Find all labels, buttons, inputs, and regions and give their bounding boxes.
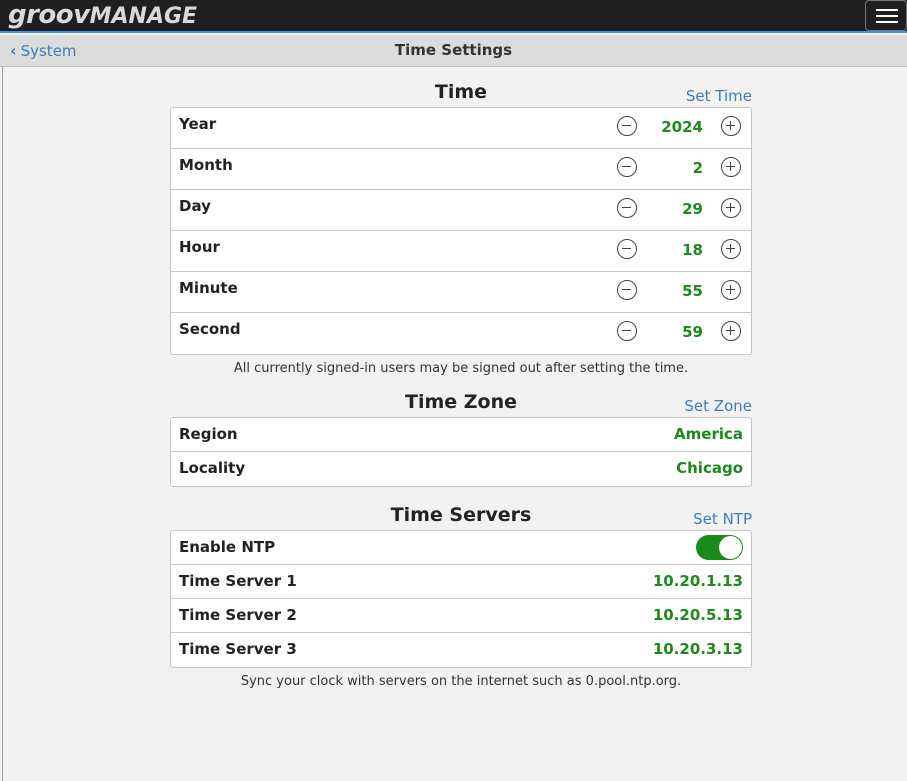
row-label: Time Server 3 <box>179 640 297 658</box>
region-value: America <box>674 425 743 443</box>
logo-product: MANAGE <box>89 4 198 29</box>
row-label: Enable NTP <box>179 538 276 556</box>
hamburger-menu-icon[interactable] <box>865 0 907 31</box>
time-zone-section-title: Time Zone <box>404 391 517 413</box>
plus-circle-icon[interactable] <box>721 280 741 300</box>
top-bar: groovMANAGE <box>0 0 907 33</box>
server-row-1: Time Server 1 10.20.1.13 <box>171 565 751 599</box>
server-row-2: Time Server 2 10.20.5.13 <box>171 599 751 633</box>
time-row-minute: Minute 55 <box>171 272 751 313</box>
time-servers-note: Sync your clock with servers on the inte… <box>240 674 682 689</box>
set-time-button[interactable]: Set Time <box>686 87 752 105</box>
logo-brand: groov <box>8 0 90 30</box>
plus-circle-icon[interactable] <box>721 321 741 341</box>
groov-manage-logo: groovMANAGE <box>8 0 197 32</box>
time-note: All currently signed-in users may be sig… <box>233 361 689 376</box>
row-label: Day <box>179 197 211 215</box>
row-label: Locality <box>179 459 246 477</box>
zone-row-locality: Locality Chicago <box>171 452 751 486</box>
row-label: Region <box>179 425 238 443</box>
minus-circle-icon[interactable] <box>617 321 637 341</box>
set-zone-button[interactable]: Set Zone <box>684 397 752 415</box>
row-label: Second <box>179 320 241 338</box>
time-zone-card: Region America Locality Chicago <box>170 417 752 487</box>
day-value: 29 <box>682 200 703 218</box>
row-label: Minute <box>179 279 238 297</box>
server-2-value: 10.20.5.13 <box>652 606 743 624</box>
second-value: 59 <box>682 323 703 341</box>
time-row-day: Day 29 <box>171 190 751 231</box>
navigation-bar: ‹ System Time Settings <box>0 35 907 67</box>
locality-value: Chicago <box>676 459 743 477</box>
minus-circle-icon[interactable] <box>617 116 637 136</box>
time-row-hour: Hour 18 <box>171 231 751 272</box>
time-row-second: Second 59 <box>171 313 751 354</box>
time-zone-section: Time Zone Set Zone Region America Locali… <box>170 383 752 487</box>
row-label: Hour <box>179 238 220 256</box>
time-row-month: Month 2 <box>171 149 751 190</box>
time-servers-section: Time Servers Set NTP Enable NTP Time Ser… <box>170 496 752 689</box>
row-label: Time Server 2 <box>179 606 297 624</box>
row-label: Month <box>179 156 233 174</box>
minus-circle-icon[interactable] <box>617 198 637 218</box>
server-row-3: Time Server 3 10.20.3.13 <box>171 633 751 667</box>
plus-circle-icon[interactable] <box>721 157 741 177</box>
set-ntp-button[interactable]: Set NTP <box>693 510 752 528</box>
plus-circle-icon[interactable] <box>721 239 741 259</box>
page-title: Time Settings <box>394 41 513 59</box>
ntp-row: Enable NTP <box>171 531 751 565</box>
enable-ntp-toggle[interactable] <box>696 535 743 560</box>
time-card: Year 2024 Month 2 Day 29 Hour 18 Minute … <box>170 107 752 355</box>
server-3-value: 10.20.3.13 <box>652 640 743 658</box>
row-label: Time Server 1 <box>179 572 297 590</box>
time-section: Time Set Time Year 2024 Month 2 Day 29 H… <box>170 73 752 376</box>
minus-circle-icon[interactable] <box>617 280 637 300</box>
time-servers-card: Enable NTP Time Server 1 10.20.1.13 Time… <box>170 530 752 668</box>
plus-circle-icon[interactable] <box>721 198 741 218</box>
minute-value: 55 <box>682 282 703 300</box>
server-1-value: 10.20.1.13 <box>652 572 743 590</box>
month-value: 2 <box>692 159 703 177</box>
main-content: Time Set Time Year 2024 Month 2 Day 29 H… <box>2 67 907 781</box>
time-section-title: Time <box>434 81 488 103</box>
plus-circle-icon[interactable] <box>721 116 741 136</box>
row-label: Year <box>179 115 217 133</box>
minus-circle-icon[interactable] <box>617 239 637 259</box>
hour-value: 18 <box>682 241 703 259</box>
time-servers-section-title: Time Servers <box>390 504 532 526</box>
zone-row-region: Region America <box>171 418 751 452</box>
minus-circle-icon[interactable] <box>617 157 637 177</box>
year-value: 2024 <box>661 118 703 136</box>
time-row-year: Year 2024 <box>171 108 751 149</box>
